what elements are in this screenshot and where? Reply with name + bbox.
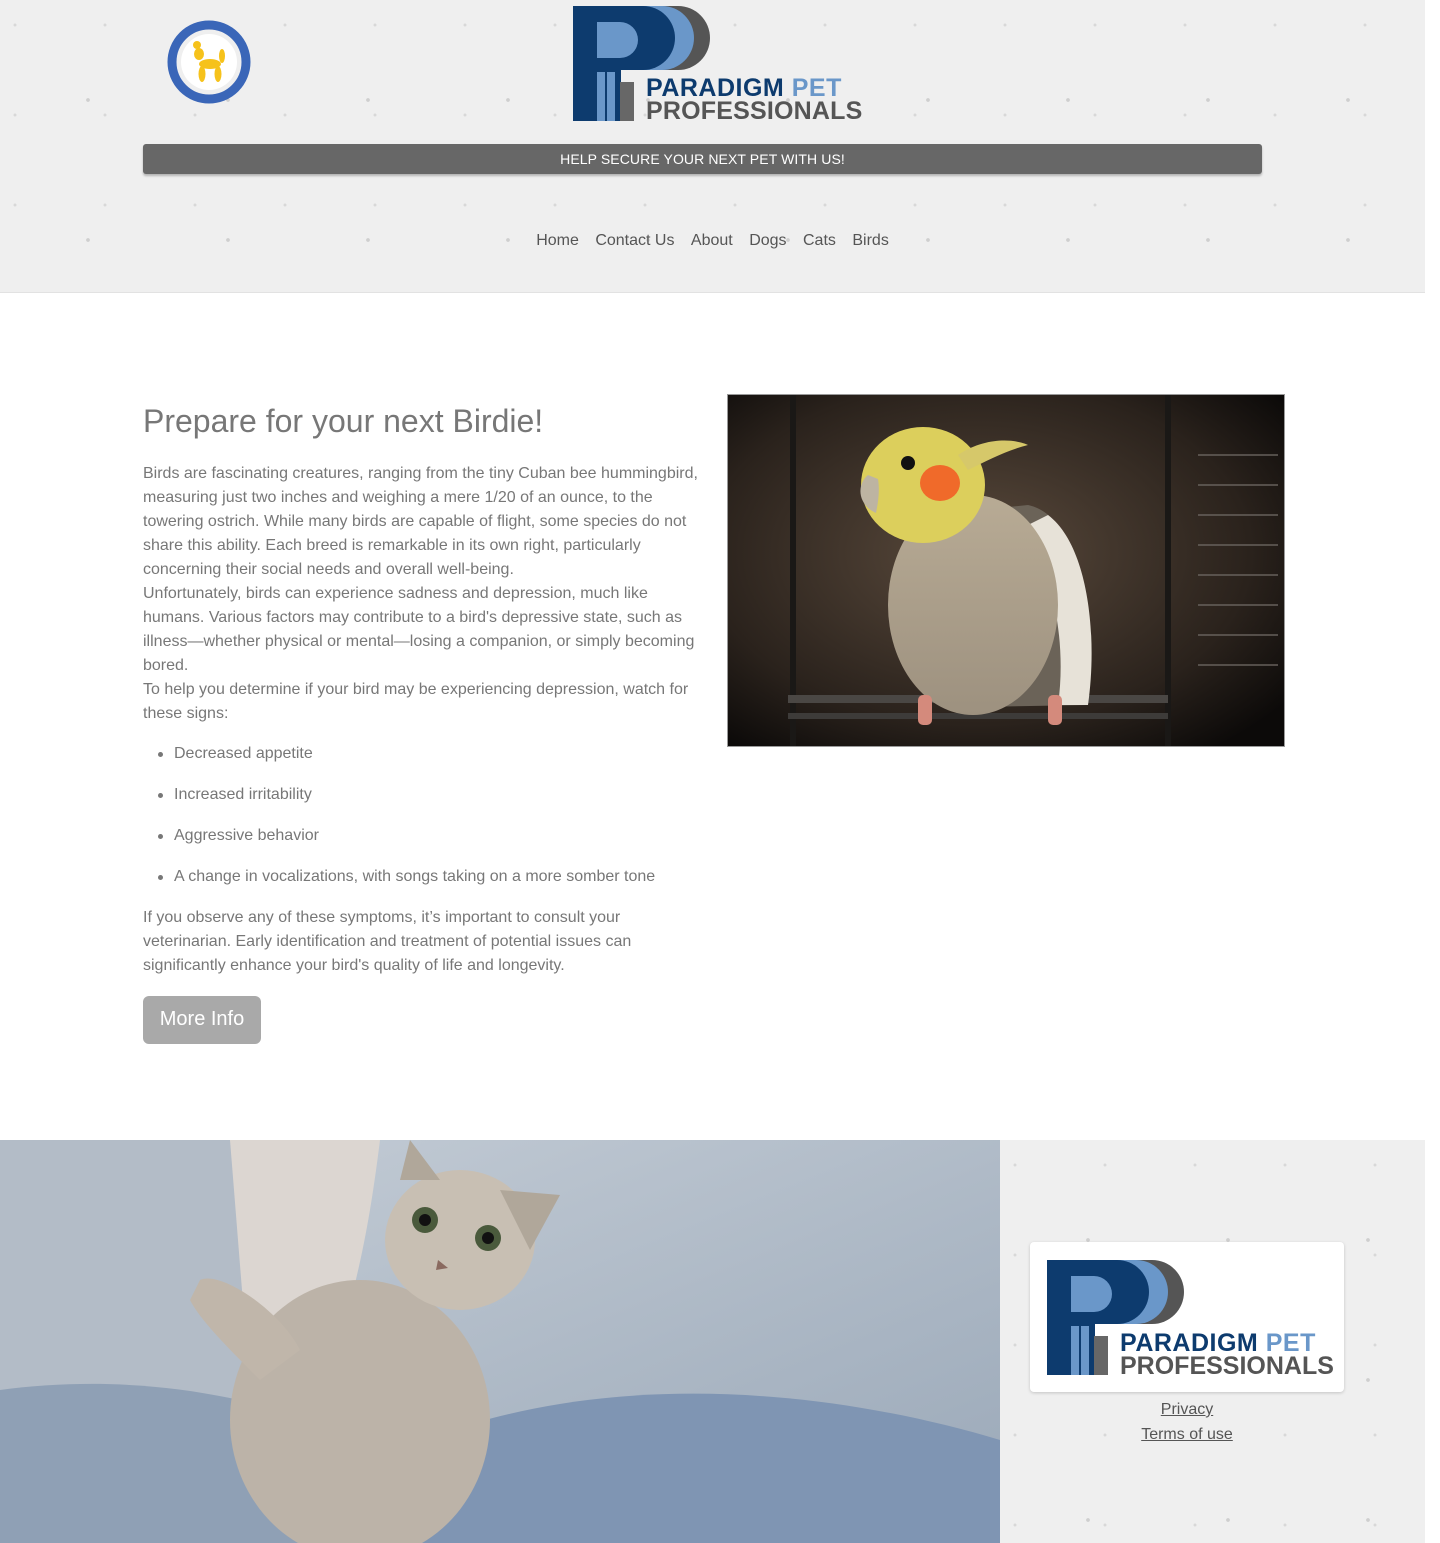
signs-intro-paragraph: To help you determine if your bird may b… [143,681,689,722]
depression-paragraph: Unfortunately, birds can experience sadn… [143,585,695,674]
bullet-icon [158,875,163,880]
birds-article: Prepare for your next Birdie! Birds are … [143,395,703,1044]
promo-banner[interactable]: HELP SECURE YOUR NEXT PET WITH US! [143,144,1262,174]
signs-list: Decreased appetite Increased irritabilit… [143,742,703,889]
cockatiel-photo [727,394,1285,747]
brand-name-line2: PROFESSIONALS [646,97,863,125]
balloon-dog-logo[interactable] [166,18,252,106]
nav-cats[interactable]: Cats [803,232,836,249]
nav-dogs[interactable]: Dogs [749,232,786,249]
main-nav: Home Contact Us About Dogs Cats Birds [0,232,1425,250]
sign-text: Increased irritability [174,786,312,803]
brand-name-line1: PARADIGM PET [646,76,842,101]
nav-about[interactable]: About [691,232,733,249]
list-item: A change in vocalizations, with songs ta… [158,865,703,889]
list-item: Aggressive behavior [158,824,703,848]
more-info-button[interactable]: More Info [143,996,261,1044]
nav-birds[interactable]: Birds [852,232,888,249]
sign-text: Decreased appetite [174,745,313,762]
kitten-photo [0,1140,1000,1543]
footer-logo-card: PARADIGM PET PROFESSIONALS [1030,1242,1344,1392]
bullet-icon [158,752,163,757]
page-title: Prepare for your next Birdie! [143,403,544,439]
terms-of-use-link[interactable]: Terms of use [1000,1422,1374,1447]
list-item: Increased irritability [158,783,703,807]
bullet-icon [158,793,163,798]
site-header: PARADIGM PET PROFESSIONALS HELP SECURE Y… [0,0,1425,293]
sign-text: A change in vocalizations, with songs ta… [174,868,656,885]
footer-brand-line2: PROFESSIONALS [1120,1352,1334,1380]
consult-vet-paragraph: If you observe any of these symptoms, it… [143,909,632,974]
bullet-icon [158,834,163,839]
nav-contact-us[interactable]: Contact Us [595,232,674,249]
sign-text: Aggressive behavior [174,827,319,844]
footer-links: Privacy Terms of use [1000,1397,1374,1447]
brand-logo[interactable]: PARADIGM PET PROFESSIONALS [570,2,863,126]
intro-paragraph: Birds are fascinating creatures, ranging… [143,465,698,578]
nav-home[interactable]: Home [536,232,579,249]
site-footer: PARADIGM PET PROFESSIONALS Privacy Terms… [1000,1140,1425,1543]
footer-brand-line1: PARADIGM PET [1120,1331,1316,1356]
list-item: Decreased appetite [158,742,703,766]
privacy-link[interactable]: Privacy [1000,1397,1374,1422]
